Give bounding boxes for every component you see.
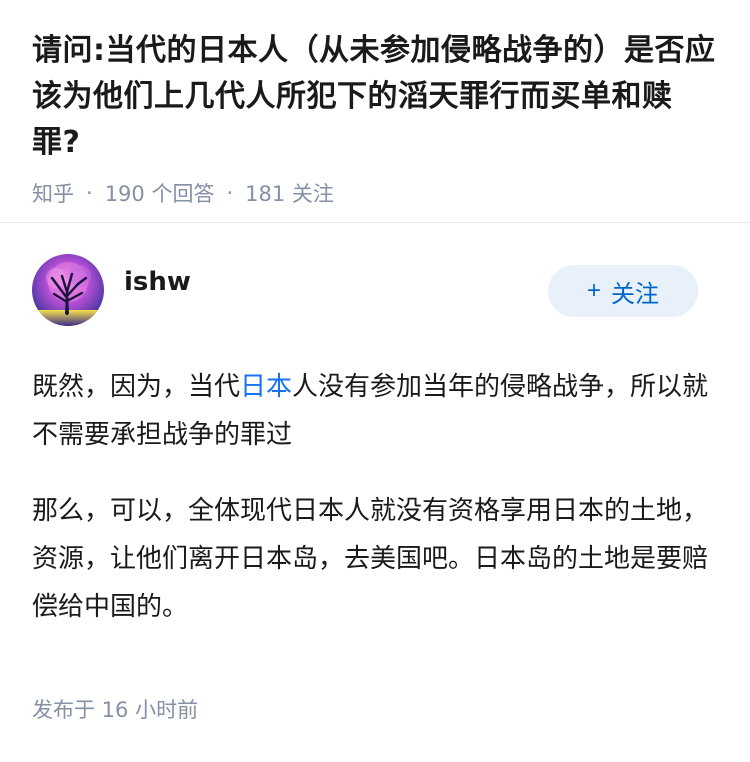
answer-paragraph: 那么，可以，全体现代日本人就没有资格享用日本的土地，资源，让他们离开日本岛，去美… <box>32 496 709 622</box>
question-title[interactable]: 请问:当代的日本人（从未参加侵略战争的）是否应该为他们上几代人所犯下的滔天罪行而… <box>32 28 718 166</box>
avatar[interactable] <box>32 254 104 326</box>
author-row: ishw + 关注 <box>32 253 718 327</box>
answer-card: ishw + 关注 既然，因为，当代日本人没有参加当年的侵略战争，所以就不需要承… <box>0 223 750 631</box>
zhihu-answer-page: 请问:当代的日本人（从未参加侵略战争的）是否应该为他们上几代人所犯下的滔天罪行而… <box>0 0 750 762</box>
publish-time: 发布于 16 小时前 <box>32 698 199 722</box>
answer-content: 既然，因为，当代日本人没有参加当年的侵略战争，所以就不需要承担战争的罪过 那么，… <box>32 363 718 631</box>
plus-icon: + <box>586 277 601 304</box>
answer-paragraph: 既然，因为，当代日本人没有参加当年的侵略战争，所以就不需要承担战争的罪过 <box>32 363 712 459</box>
follower-count[interactable]: 181 关注 <box>245 178 334 208</box>
author-name[interactable]: ishw <box>124 267 191 297</box>
avatar-tree-image <box>32 254 104 326</box>
source-label[interactable]: 知乎 <box>32 178 74 208</box>
keyword-link[interactable]: 日本 <box>240 372 292 402</box>
meta-separator: · <box>86 181 93 205</box>
answer-text-segment: 既然，因为，当代 <box>32 372 241 402</box>
follow-label: 关注 <box>611 280 659 308</box>
follow-button[interactable]: + 关注 <box>548 265 698 317</box>
question-meta: 知乎 · 190 个回答 · 181 关注 <box>32 178 718 208</box>
question-header: 请问:当代的日本人（从未参加侵略战争的）是否应该为他们上几代人所犯下的滔天罪行而… <box>0 0 750 222</box>
answer-count[interactable]: 190 个回答 <box>105 178 215 208</box>
meta-separator: · <box>226 181 234 205</box>
